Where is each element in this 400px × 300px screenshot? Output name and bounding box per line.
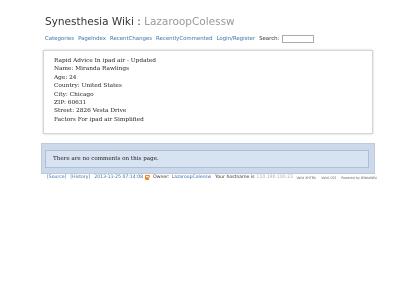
nav-pageindex[interactable]: PageIndex [78,36,106,42]
powered-by-link[interactable]: Powered by WikkaWiki [341,176,377,180]
source-link[interactable]: [Source] [47,175,66,180]
search-label: Search: [259,36,280,42]
footer-badges: Valid XHTML Valid CSS Powered by WikkaWi… [293,176,378,180]
comments-panel: There are no comments on this page. [41,143,375,174]
content-line-city: City: Chicago [54,91,94,98]
page-name[interactable]: LazaroopColessw [144,16,235,28]
valid-css-link[interactable]: Valid CSS [321,176,336,180]
owner-link[interactable]: LazaroopColessw [172,175,212,180]
nav-categories[interactable]: Categories [45,36,74,42]
page-footer: [Source] [History] 2013-11-25 07:14:08 O… [47,175,377,180]
comments-box: There are no comments on this page. [45,150,369,168]
content-line-zip: ZIP: 60631 [54,100,87,107]
hostname-label: Your hostname is [215,175,255,180]
revision-timestamp-link[interactable]: 2013-11-25 07:14:08 [94,175,143,180]
content-line-age: Age: 24 [54,74,77,81]
nav-recentlycommented[interactable]: RecentlyCommented [156,36,212,42]
nav-login-register[interactable]: Login/Register [217,36,256,42]
no-comments-text: There are no comments on this page. [53,156,159,162]
nav-bar: Categories PageIndex RecentChanges Recen… [45,35,375,43]
rss-icon[interactable] [145,175,151,180]
valid-xhtml-link[interactable]: Valid XHTML [297,176,317,180]
owner-label: Owner: [153,175,170,180]
page-header: Synesthesia Wiki : LazaroopColessw Categ… [45,16,375,43]
history-link[interactable]: [History] [70,175,90,180]
site-title-link[interactable]: Synesthesia Wiki [45,16,134,28]
page-content: Rapid Advice In ipad air - Updated Name:… [43,50,373,134]
content-line-country: Country: United States [54,83,122,90]
content-line-street: Street: 2826 Vesta Drive [54,108,127,115]
nav-recentchanges[interactable]: RecentChanges [110,36,152,42]
content-line-name: Name: Miranda Rawlings [54,66,130,73]
page-title: Synesthesia Wiki : LazaroopColessw [45,16,375,28]
content-line-heading: Rapid Advice In ipad air - Updated [54,58,157,64]
title-separator: : [133,16,145,28]
content-line-factors: Factors For ipad air Simplified [54,116,144,123]
hostname-value: 110.190.100.23 [256,175,294,180]
search-input[interactable] [282,35,315,43]
